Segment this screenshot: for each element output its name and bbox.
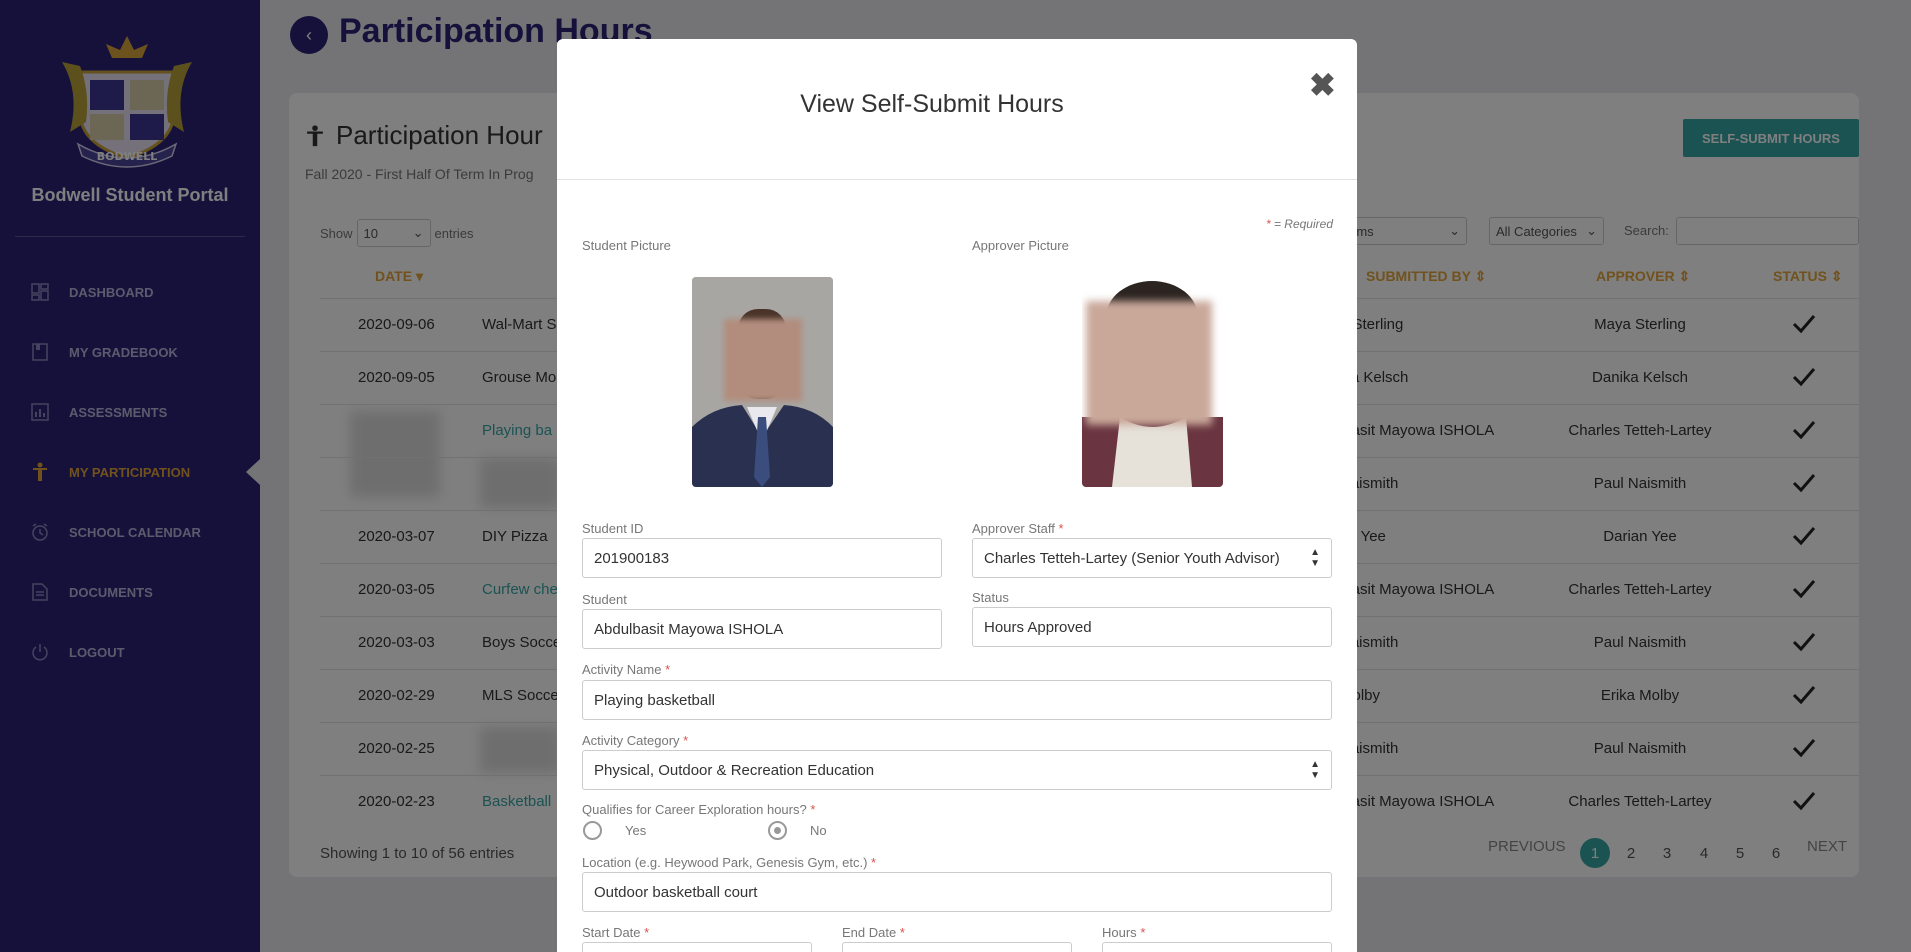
student-field[interactable]: Abdulbasit Mayowa ISHOLA [582, 609, 942, 649]
required-note: * = Required [1266, 217, 1333, 231]
hours-label-text: Hours [1102, 925, 1137, 940]
required-star: * [1140, 925, 1146, 940]
activity-category-label-text: Activity Category [582, 733, 680, 748]
student-value: Abdulbasit Mayowa ISHOLA [594, 620, 784, 638]
approver-staff-label-text: Approver Staff [972, 521, 1055, 536]
career-yes-label: Yes [625, 823, 647, 838]
student-id-value: 201900183 [594, 549, 670, 567]
location-field[interactable]: Outdoor basketball court [582, 872, 1332, 912]
student-label: Student [582, 592, 627, 607]
hours-field[interactable] [1102, 942, 1332, 952]
modal-title: View Self-Submit Hours [800, 90, 1064, 118]
start-date-label: Start Date * [582, 925, 649, 940]
student-id-field[interactable]: 201900183 [582, 538, 942, 578]
close-icon[interactable]: ✖ [1309, 66, 1336, 104]
end-date-label: End Date * [842, 925, 905, 940]
status-label: Status [972, 590, 1009, 605]
activity-name-field[interactable]: Playing basketball [582, 680, 1332, 720]
career-exploration-label-text: Qualifies for Career Exploration hours? [582, 802, 807, 817]
required-star: * [1265, 217, 1271, 231]
required-star: * [644, 925, 650, 940]
required-star: * [871, 855, 877, 870]
view-hours-modal: View Self-Submit Hours ✖ * = Required St… [557, 39, 1357, 952]
required-star: * [665, 662, 671, 677]
location-label: Location (e.g. Heywood Park, Genesis Gym… [582, 855, 876, 870]
required-star: * [899, 925, 905, 940]
student-picture [692, 277, 833, 487]
student-picture-label: Student Picture [582, 238, 671, 253]
status-field[interactable]: Hours Approved [972, 607, 1332, 647]
career-exploration-label: Qualifies for Career Exploration hours? … [582, 802, 815, 817]
career-yes-radio[interactable] [583, 821, 602, 840]
career-no-radio[interactable] [768, 821, 787, 840]
select-arrows-icon: ▲ ▼ [1310, 759, 1320, 781]
activity-name-label: Activity Name * [582, 662, 670, 677]
approver-staff-select[interactable]: Charles Tetteh-Lartey (Senior Youth Advi… [972, 538, 1332, 578]
activity-category-value: Physical, Outdoor & Recreation Education [594, 761, 875, 779]
activity-name-label-text: Activity Name [582, 662, 662, 677]
end-date-field[interactable] [842, 942, 1072, 952]
start-date-field[interactable] [582, 942, 812, 952]
activity-name-value: Playing basketball [594, 691, 715, 709]
required-star: * [810, 802, 816, 817]
start-date-label-text: Start Date [582, 925, 641, 940]
approver-picture [1082, 277, 1223, 487]
location-value: Outdoor basketball court [594, 883, 758, 901]
select-arrows-icon: ▲ ▼ [1310, 547, 1320, 569]
activity-category-select[interactable]: Physical, Outdoor & Recreation Education… [582, 750, 1332, 790]
student-id-label: Student ID [582, 521, 644, 536]
end-date-label-text: End Date [842, 925, 897, 940]
approver-staff-value: Charles Tetteh-Lartey (Senior Youth Advi… [984, 549, 1280, 567]
required-star: * [683, 733, 689, 748]
approver-staff-label: Approver Staff * [972, 521, 1064, 536]
status-value: Hours Approved [984, 618, 1092, 636]
required-star: * [1058, 521, 1064, 536]
hours-label: Hours * [1102, 925, 1145, 940]
approver-picture-label: Approver Picture [972, 238, 1069, 253]
required-note-text: = Required [1273, 217, 1333, 231]
modal-divider [557, 179, 1357, 180]
activity-category-label: Activity Category * [582, 733, 688, 748]
location-label-text: Location (e.g. Heywood Park, Genesis Gym… [582, 855, 868, 870]
career-no-label: No [810, 823, 827, 838]
